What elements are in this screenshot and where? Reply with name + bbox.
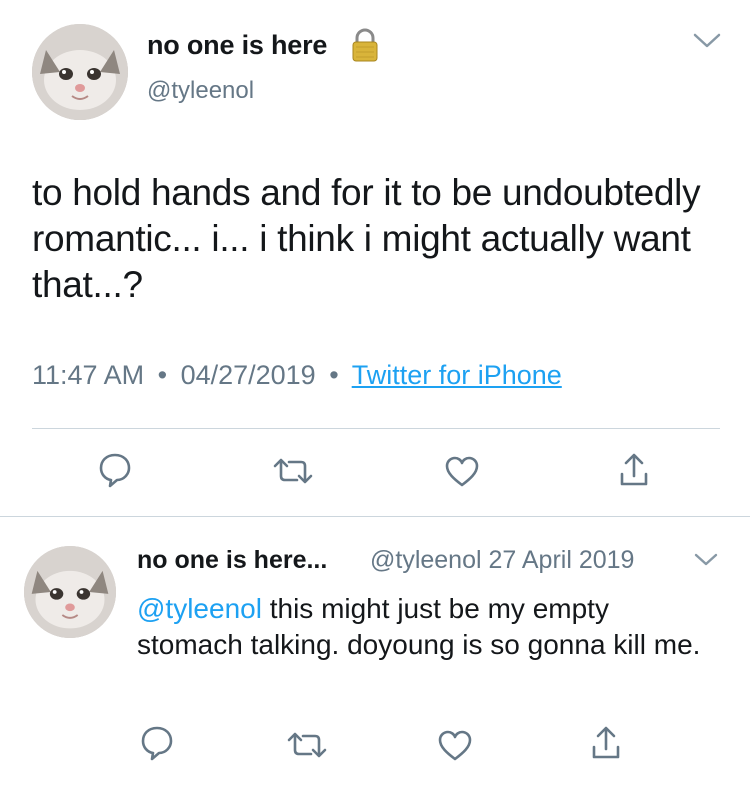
tweet-text: to hold hands and for it to be undoubted… (32, 172, 701, 305)
tweet-time: 11:47 AM (32, 360, 145, 390)
reply-text: @tyleenol this might just be my empty st… (137, 591, 722, 663)
retweet-icon[interactable] (271, 456, 315, 486)
lock-icon (349, 27, 381, 63)
mention-link[interactable]: @tyleenol (137, 593, 262, 624)
handle[interactable]: @tyleenol (147, 77, 254, 105)
avatar[interactable] (32, 24, 128, 120)
share-icon[interactable] (590, 725, 622, 761)
share-icon[interactable] (618, 452, 650, 488)
tweet-meta: 11:47 AM • 04/27/2019 • Twitter for iPho… (32, 360, 562, 391)
reply-icon[interactable] (140, 725, 174, 761)
meta-separator: • (329, 360, 339, 390)
like-icon[interactable] (444, 456, 480, 488)
meta-separator: • (157, 360, 168, 390)
like-icon[interactable] (437, 730, 473, 762)
reply-handle-date[interactable]: @tyleenol 27 April 2019 (370, 546, 634, 575)
divider (0, 516, 750, 517)
reply-display-name[interactable]: no one is here... (137, 546, 327, 575)
tweet-date: 04/27/2019 (180, 360, 316, 390)
display-name[interactable]: no one is here (147, 30, 327, 61)
reply-icon[interactable] (98, 452, 132, 488)
retweet-icon[interactable] (285, 730, 329, 760)
chevron-down-icon[interactable] (694, 552, 718, 568)
crying-cat-avatar-image (24, 546, 116, 638)
divider (32, 428, 720, 429)
chevron-down-icon[interactable] (693, 32, 721, 50)
crying-cat-avatar-image (32, 24, 128, 120)
source-link[interactable]: Twitter for iPhone (352, 360, 562, 390)
reply-avatar[interactable] (24, 546, 116, 638)
